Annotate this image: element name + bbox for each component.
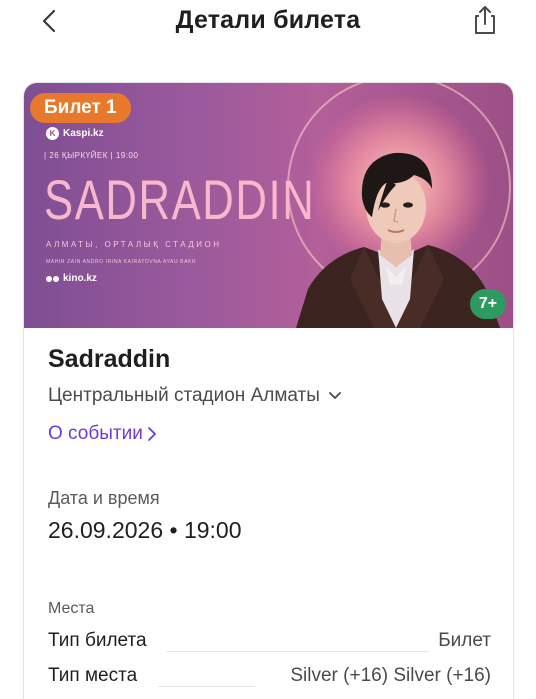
top-bar: Детали билета	[0, 0, 536, 44]
about-event-link[interactable]: О событии	[48, 423, 157, 445]
seat-row-value: Silver (+16) Silver (+16)	[290, 665, 491, 686]
banner-date: | 26 ҚЫРКҮЙЕК | 19:00	[44, 151, 139, 160]
event-banner[interactable]: Билет 1 K Kaspi.kz | 26 ҚЫРКҮЙЕК | 19:00…	[24, 83, 513, 328]
row-divider	[166, 651, 429, 652]
share-icon[interactable]	[470, 4, 500, 36]
chevron-down-icon	[329, 392, 341, 399]
seat-row-ticket-type: Тип билета Билет	[48, 630, 491, 656]
seat-row-key: Тип билета	[48, 630, 147, 651]
seats-label: Места	[48, 600, 95, 617]
seat-row-key: Тип места	[48, 665, 138, 686]
kino-icon	[46, 275, 59, 282]
row-divider	[158, 686, 255, 687]
about-event-label: О событии	[48, 423, 143, 444]
banner-venue: АЛМАТЫ, ОРТАЛЫҚ СТАДИОН	[46, 240, 222, 249]
banner-artist-title: SADRADDIN	[44, 168, 316, 231]
event-details: Sadraddin Центральный стадион Алматы О с…	[48, 345, 513, 687]
kaspi-icon: K	[46, 127, 59, 140]
chevron-right-icon	[147, 427, 156, 441]
kaspi-logo: K Kaspi.kz	[46, 127, 104, 140]
datetime-value: 26.09.2026 • 19:00	[48, 517, 242, 543]
seat-row-value: Билет	[438, 630, 491, 651]
venue-label: Центральный стадион Алматы	[48, 385, 320, 406]
datetime-label: Дата и время	[48, 488, 160, 508]
ticket-card: Билет 1 K Kaspi.kz | 26 ҚЫРКҮЙЕК | 19:00…	[23, 82, 514, 699]
seat-row-seat-type: Тип места Silver (+16) Silver (+16)	[48, 665, 491, 691]
ticket-number-badge: Билет 1	[30, 93, 131, 123]
banner-guest-names: MAHIR ZAIN ANDRO IRINA KAIRATOVNA AYAU B…	[46, 259, 197, 265]
kino-label: kino.kz	[63, 273, 97, 284]
kino-logo: kino.kz	[46, 273, 97, 284]
page-title: Детали билета	[175, 6, 361, 34]
event-name: Sadraddin	[48, 345, 171, 373]
venue-dropdown[interactable]: Центральный стадион Алматы	[48, 385, 342, 407]
age-rating-badge: 7+	[470, 289, 506, 319]
kaspi-label: Kaspi.kz	[63, 128, 104, 139]
